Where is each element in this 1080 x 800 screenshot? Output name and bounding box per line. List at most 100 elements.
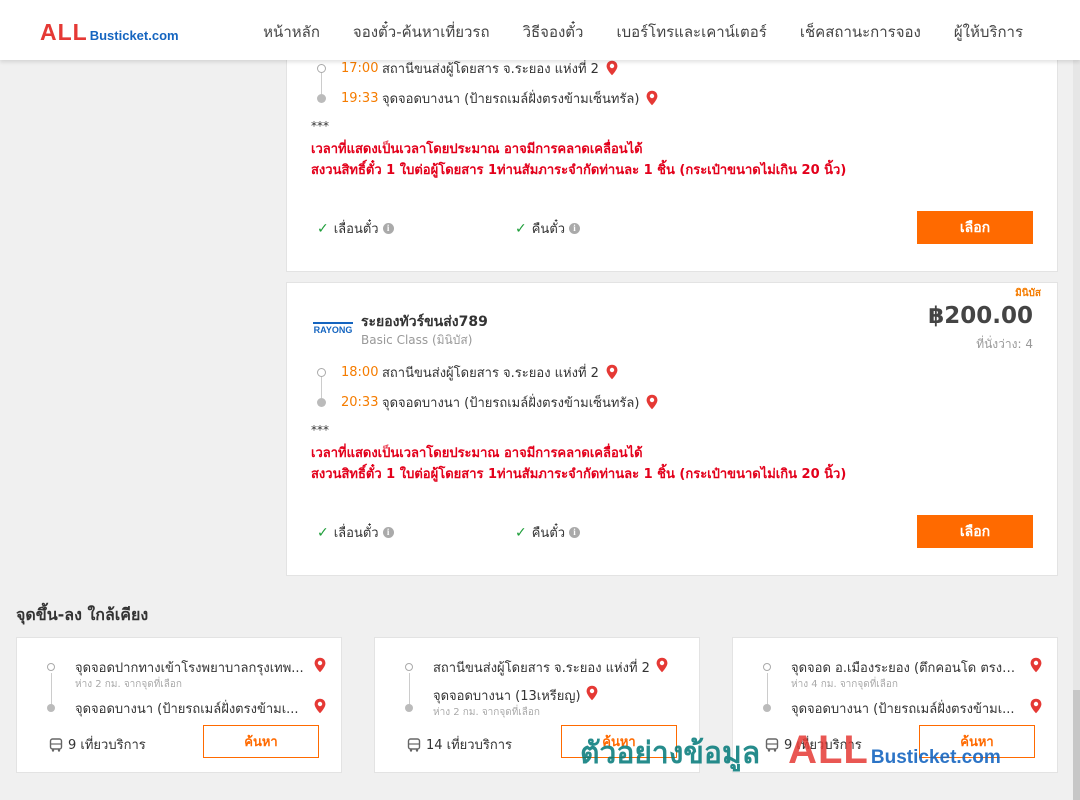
info-icon[interactable]: i	[569, 527, 581, 538]
minibus-tag: มินิบัส	[1015, 288, 1041, 299]
from-dot	[405, 663, 413, 671]
info-icon[interactable]: i	[382, 527, 394, 538]
trip-card: 17:00 สถานีขนส่งผู้โดยสาร จ.ระยอง แห่งที…	[286, 40, 1058, 272]
notice-line-2: สงวนสิทธิ์ตั๋ว 1 ใบต่อผู้โดยสาร 1ท่านสัม…	[311, 163, 847, 178]
notice-stars: ***	[311, 423, 329, 437]
bus-icon	[49, 737, 63, 752]
check-icon: ✓	[515, 524, 527, 541]
map-pin-icon[interactable]	[1029, 657, 1043, 673]
bus-icon	[407, 737, 421, 752]
info-icon[interactable]: i	[569, 223, 581, 234]
bus-icon	[765, 737, 779, 752]
arrive-time: 19:33	[341, 90, 379, 106]
depart-dot	[317, 64, 326, 73]
to-place[interactable]: จุดจอดบางนา (ป้ายรถเมล์ฝั่งตรงข้ามเ...	[791, 698, 1023, 719]
map-pin-icon[interactable]	[313, 698, 327, 714]
map-pin-icon[interactable]	[645, 90, 659, 106]
site-logo[interactable]: ALL Busticket.com	[40, 19, 179, 46]
trip-count-label: 14 เที่ยวบริการ	[426, 738, 512, 753]
to-dot	[763, 704, 771, 712]
map-pin-icon[interactable]	[605, 60, 619, 76]
depart-dot	[317, 368, 326, 377]
select-trip-button[interactable]: เลือก	[917, 211, 1033, 244]
feature-change-ticket: ✓ เลื่อนตั๋ว i	[317, 218, 394, 239]
select-trip-button[interactable]: เลือก	[917, 515, 1033, 548]
nearby-card: จุดจอด อ.เมืองระยอง (ตึกคอนโด ตรงข้า... …	[732, 637, 1058, 773]
from-place[interactable]: สถานีขนส่งผู้โดยสาร จ.ระยอง แห่งที่ 2	[433, 657, 650, 678]
feature-refund-ticket: ✓ คืนตั๋ว i	[515, 522, 581, 543]
search-button[interactable]: ค้นหา	[203, 725, 319, 758]
map-pin-icon[interactable]	[655, 657, 669, 673]
check-icon: ✓	[515, 220, 527, 237]
search-button[interactable]: ค้นหา	[919, 725, 1035, 758]
route-line	[51, 673, 52, 706]
search-button[interactable]: ค้นหา	[561, 725, 677, 758]
scrollbar-thumb[interactable]	[1073, 690, 1080, 800]
feature-change-ticket: ✓ เลื่อนตั๋ว i	[317, 522, 394, 543]
from-distance: ห่าง 4 กม. จากจุดที่เลือก	[791, 679, 898, 690]
map-pin-icon[interactable]	[605, 364, 619, 380]
to-dot	[47, 704, 55, 712]
from-place[interactable]: จุดจอดปากทางเข้าโรงพยาบาลกรุงเทพ...	[75, 657, 307, 678]
notice-line-1: เวลาที่แสดงเป็นเวลาโดยประมาณ อาจมีการคลา…	[311, 446, 643, 461]
map-pin-icon[interactable]	[585, 685, 599, 701]
main-nav: หน้าหลัก จองตั๋ว-ค้นหาเที่ยวรถ วิธีจองตั…	[263, 20, 1023, 44]
arrive-place: จุดจอดบางนา (ป้ายรถเมล์ฝั่งตรงข้ามเซ็นทร…	[382, 395, 640, 411]
route-line	[767, 673, 768, 706]
feature-refund-ticket: ✓ คืนตั๋ว i	[515, 218, 581, 239]
feature-label: เลื่อนตั๋ว	[333, 526, 379, 541]
nearby-section-title: จุดขึ้น-ลง ใกล้เคียง	[16, 605, 149, 624]
from-place[interactable]: จุดจอด อ.เมืองระยอง (ตึกคอนโด ตรงข้า...	[791, 657, 1023, 678]
arrive-dot	[317, 398, 326, 407]
nearby-card: จุดจอดปากทางเข้าโรงพยาบาลกรุงเทพ... ห่าง…	[16, 637, 342, 773]
nav-home[interactable]: หน้าหลัก	[263, 20, 320, 44]
logo-rest-text: Busticket.com	[89, 28, 179, 43]
map-pin-icon[interactable]	[645, 394, 659, 410]
top-header: ALL Busticket.com หน้าหลัก จองตั๋ว-ค้นหา…	[0, 0, 1080, 60]
depart-place: สถานีขนส่งผู้โดยสาร จ.ระยอง แห่งที่ 2	[382, 365, 599, 381]
info-icon[interactable]: i	[382, 223, 394, 234]
trip-card: มินิบัส RAYONG ระยองทัวร์ขนส่ง789 Basic …	[286, 282, 1058, 576]
arrive-dot	[317, 94, 326, 103]
to-distance: ห่าง 2 กม. จากจุดที่เลือก	[433, 707, 540, 718]
depart-time: 18:00	[341, 364, 379, 380]
trip-count: 14 เที่ยวบริการ	[407, 734, 512, 755]
notice-stars: ***	[311, 119, 329, 133]
from-dot	[763, 663, 771, 671]
route-line	[409, 673, 410, 706]
check-icon: ✓	[317, 524, 329, 541]
nav-phone-counter[interactable]: เบอร์โทรและเคาน์เตอร์	[616, 20, 766, 44]
feature-label: เลื่อนตั๋ว	[333, 222, 379, 237]
map-pin-icon[interactable]	[1029, 698, 1043, 714]
company-logo: RAYONG	[313, 321, 353, 335]
trip-count: 9 เที่ยวบริการ	[765, 734, 862, 755]
nav-operators[interactable]: ผู้ให้บริการ	[954, 20, 1023, 44]
to-place[interactable]: จุดจอดบางนา (ป้ายรถเมล์ฝั่งตรงข้ามเ...	[75, 698, 307, 719]
nav-check-booking[interactable]: เช็คสถานะการจอง	[800, 20, 921, 44]
nearby-card: สถานีขนส่งผู้โดยสาร จ.ระยอง แห่งที่ 2 จุ…	[374, 637, 700, 773]
from-dot	[47, 663, 55, 671]
page-scrollbar[interactable]	[1073, 60, 1080, 800]
nav-book-search[interactable]: จองตั๋ว-ค้นหาเที่ยวรถ	[353, 20, 490, 44]
depart-stop: 18:00 สถานีขนส่งผู้โดยสาร จ.ระยอง แห่งที…	[317, 357, 659, 387]
seats-available: ที่นั่งว่าง: 4	[976, 337, 1033, 351]
feature-label: คืนตั๋ว	[531, 526, 566, 541]
depart-place: สถานีขนส่งผู้โดยสาร จ.ระยอง แห่งที่ 2	[382, 61, 599, 77]
arrive-stop: 19:33 จุดจอดบางนา (ป้ายรถเมล์ฝั่งตรงข้าม…	[317, 83, 659, 113]
trip-count-label: 9 เที่ยวบริการ	[784, 738, 862, 753]
trip-route: 17:00 สถานีขนส่งผู้โดยสาร จ.ระยอง แห่งที…	[317, 53, 659, 113]
arrive-stop: 20:33 จุดจอดบางนา (ป้ายรถเมล์ฝั่งตรงข้าม…	[317, 387, 659, 417]
nav-how-to-book[interactable]: วิธีจองตั๋ว	[523, 20, 584, 44]
company-name: ระยองทัวร์ขนส่ง789	[361, 314, 488, 330]
map-pin-icon[interactable]	[313, 657, 327, 673]
arrive-time: 20:33	[341, 394, 379, 410]
bus-class: Basic Class (มินิบัส)	[361, 333, 473, 347]
from-distance: ห่าง 2 กม. จากจุดที่เลือก	[75, 679, 182, 690]
to-place[interactable]: จุดจอดบางนา (13เหรียญ)	[433, 685, 581, 706]
arrive-place: จุดจอดบางนา (ป้ายรถเมล์ฝั่งตรงข้ามเซ็นทร…	[382, 91, 640, 107]
ticket-price: ฿200.00	[928, 303, 1033, 329]
trip-count: 9 เที่ยวบริการ	[49, 734, 146, 755]
to-dot	[405, 704, 413, 712]
company-logo-text: RAYONG	[314, 325, 353, 335]
feature-label: คืนตั๋ว	[531, 222, 566, 237]
